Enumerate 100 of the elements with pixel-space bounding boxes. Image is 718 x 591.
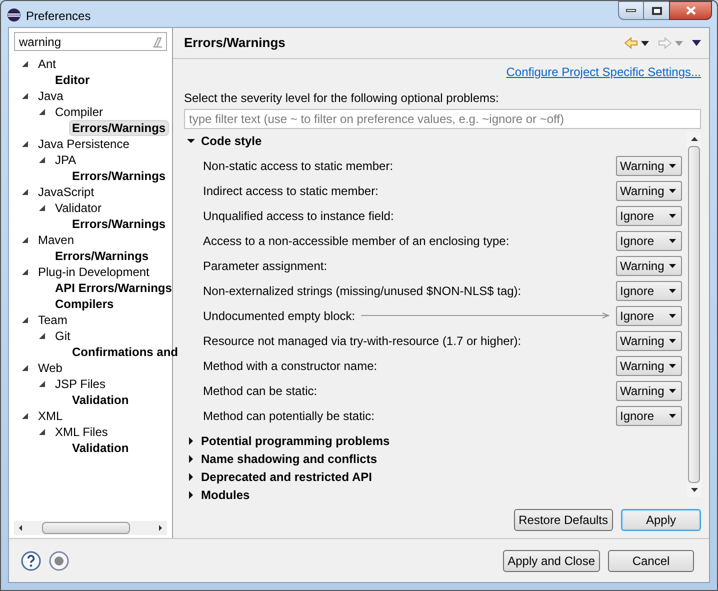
- severity-dropdown[interactable]: Ignore: [616, 230, 682, 250]
- window-title: Preferences: [26, 8, 91, 25]
- expanded-triangle-icon[interactable]: [39, 381, 45, 387]
- tree-item[interactable]: JavaScript: [35, 184, 98, 200]
- section-heading[interactable]: Modules: [201, 486, 250, 504]
- collapsed-triangle-icon[interactable]: [187, 491, 195, 499]
- expanded-triangle-icon[interactable]: [22, 237, 28, 243]
- tree-item[interactable]: Compiler: [52, 104, 106, 120]
- option-label: Resource not managed via try-with-resource (1.7 or higher):: [203, 332, 522, 350]
- section-heading[interactable]: Potential programming problems: [201, 432, 390, 450]
- severity-dropdown[interactable]: Ignore: [616, 280, 682, 300]
- collapsed-triangle-icon[interactable]: [187, 437, 195, 445]
- tree-item[interactable]: Editor: [52, 72, 93, 88]
- option-label: Indirect access to static member:: [203, 182, 378, 200]
- expanded-triangle-icon[interactable]: [22, 189, 28, 195]
- configure-link[interactable]: Configure Project Specific Settings...: [506, 63, 701, 81]
- tree-item[interactable]: Validation: [69, 440, 132, 456]
- section-heading[interactable]: Code style: [201, 132, 262, 150]
- severity-dropdown[interactable]: Warning: [616, 356, 682, 376]
- tree-item[interactable]: Java: [35, 88, 66, 104]
- expanded-triangle-icon[interactable]: [22, 413, 28, 419]
- option-label: Method can be static:: [203, 382, 318, 400]
- tree-item[interactable]: Errors/Warnings: [69, 168, 169, 184]
- caret-icon: [669, 388, 676, 392]
- search-box[interactable]: warning: [14, 32, 167, 51]
- tree-item[interactable]: Git: [52, 328, 74, 344]
- minimize-button[interactable]: [618, 1, 644, 20]
- option-label: Method with a constructor name:: [203, 358, 378, 374]
- expanded-triangle-icon[interactable]: [22, 269, 28, 275]
- tree-item[interactable]: API Errors/Warnings: [52, 280, 175, 296]
- dialog-button[interactable]: Apply and Close: [502, 550, 600, 572]
- tree-item[interactable]: Java Persistence: [35, 136, 132, 152]
- maximize-button[interactable]: [644, 1, 669, 20]
- tree-item[interactable]: Validator: [52, 200, 104, 216]
- expanded-triangle-icon[interactable]: [39, 429, 45, 435]
- help-icon[interactable]: [21, 550, 41, 570]
- record-icon[interactable]: [49, 550, 69, 570]
- caret-icon: [669, 214, 676, 218]
- severity-dropdown[interactable]: Warning: [616, 256, 682, 276]
- expanded-triangle-icon[interactable]: [39, 157, 45, 163]
- menu-icon[interactable]: [692, 40, 701, 46]
- section-heading[interactable]: Deprecated and restricted API: [201, 468, 372, 486]
- expanded-triangle-icon[interactable]: [39, 333, 45, 339]
- scrollbar-thumb[interactable]: [42, 522, 130, 534]
- option-label: Non-externalized strings (missing/unused $NON-NLS$ tag):: [203, 282, 522, 300]
- severity-dropdown[interactable]: Ignore: [616, 206, 682, 226]
- severity-dropdown[interactable]: Warning: [616, 380, 682, 400]
- scrollbar[interactable]: [687, 132, 701, 497]
- maximize-icon: [652, 6, 662, 14]
- caret-icon: [669, 338, 676, 342]
- tree-item[interactable]: XML: [35, 408, 66, 424]
- expanded-triangle-icon[interactable]: [22, 141, 28, 147]
- tree-item[interactable]: Ant: [35, 56, 60, 72]
- tree-item[interactable]: Errors/Warnings: [69, 216, 169, 232]
- expanded-triangle-icon[interactable]: [22, 93, 28, 99]
- severity-dropdown[interactable]: Warning: [616, 330, 682, 350]
- close-icon: [686, 6, 696, 15]
- expanded-triangle-icon[interactable]: [39, 109, 45, 115]
- tree-item[interactable]: Team: [35, 312, 70, 328]
- expanded-triangle-icon[interactable]: [39, 205, 45, 211]
- option-label: Undocumented empty block:: [203, 308, 356, 324]
- scrollbar-thumb[interactable]: [688, 146, 700, 483]
- severity-dropdown[interactable]: Warning: [616, 156, 682, 176]
- tree-item[interactable]: Maven: [35, 232, 78, 248]
- expanded-triangle-icon[interactable]: [22, 365, 28, 371]
- collapsed-triangle-icon[interactable]: [187, 473, 195, 481]
- tree-item[interactable]: Web: [35, 360, 66, 376]
- tree-item[interactable]: Errors/Warnings: [52, 248, 152, 264]
- tree-item[interactable]: JPA: [52, 152, 80, 168]
- option-label: Method can potentially be static:: [203, 408, 374, 424]
- tree-item[interactable]: JSP Files: [52, 376, 108, 392]
- search-field[interactable]: warning: [16, 33, 151, 50]
- tree-item[interactable]: XML Files: [52, 424, 111, 440]
- dialog-button[interactable]: Apply: [621, 509, 701, 531]
- dialog-button[interactable]: Cancel: [608, 550, 694, 572]
- severity-dropdown[interactable]: Ignore: [616, 306, 682, 326]
- option-label: Non-static access to static member:: [203, 158, 394, 174]
- tree-item[interactable]: Validation: [69, 392, 132, 408]
- close-button[interactable]: [669, 1, 712, 20]
- severity-dropdown[interactable]: Ignore: [616, 406, 682, 426]
- expanded-triangle-icon[interactable]: [22, 61, 28, 67]
- page-title: Errors/Warnings: [184, 34, 286, 52]
- collapsed-triangle-icon[interactable]: [187, 455, 195, 463]
- tree-item[interactable]: Plug-in Development: [35, 264, 152, 280]
- expanded-triangle-icon[interactable]: [22, 317, 28, 323]
- tree-item[interactable]: Confirmations and: [69, 344, 182, 360]
- tree-item[interactable]: Errors/Warnings: [69, 120, 169, 136]
- severity-dropdown[interactable]: Warning: [616, 180, 682, 200]
- caret-icon: [669, 164, 676, 168]
- caret-icon: [669, 414, 676, 418]
- expanded-triangle-icon[interactable]: [187, 137, 195, 145]
- caret-icon: [669, 238, 676, 242]
- eraser-icon[interactable]: [151, 36, 163, 48]
- tree-item[interactable]: Compilers: [52, 296, 117, 312]
- caret-icon: [669, 264, 676, 268]
- filter-field[interactable]: type filter text (use ~ to filter on preference values, e.g. ~ignore or ~off): [184, 109, 701, 129]
- dialog-button[interactable]: Restore Defaults: [514, 509, 613, 531]
- instruction-text: Select the severity level for the following optional problems:: [184, 91, 499, 105]
- section-heading[interactable]: Name shadowing and conflicts: [201, 450, 378, 468]
- dropdown-icon[interactable]: [641, 40, 649, 46]
